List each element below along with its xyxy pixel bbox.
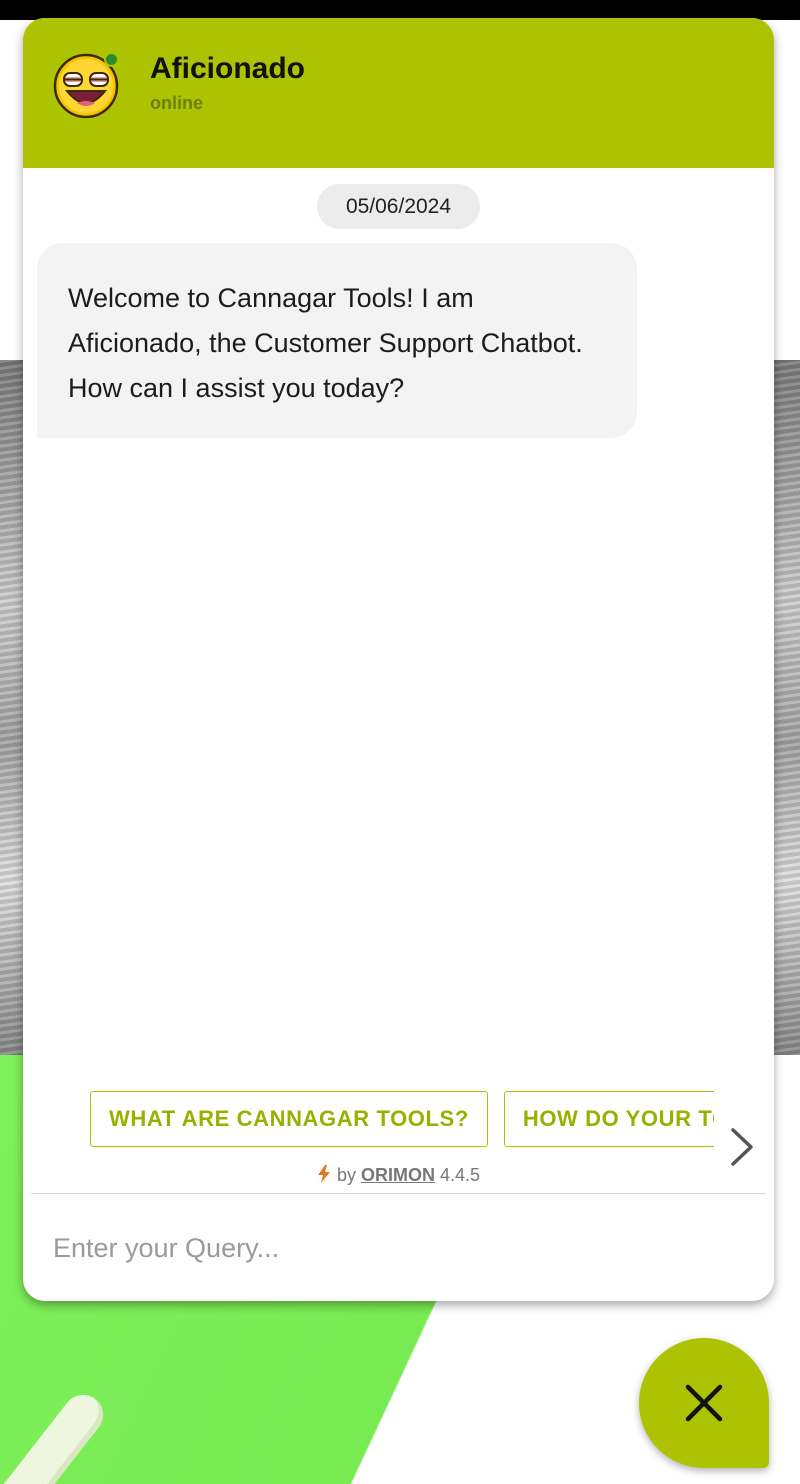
input-divider	[31, 1193, 766, 1194]
powered-by: by ORIMON 4.4.5	[23, 1165, 774, 1186]
query-input[interactable]	[53, 1218, 743, 1278]
quick-reply-list: WHAT ARE CANNAGAR TOOLS? HOW DO YOUR TOOL…	[90, 1091, 714, 1149]
chevron-right-icon[interactable]	[724, 1124, 758, 1170]
device-status-bar	[0, 0, 800, 20]
quick-reply-chip[interactable]: WHAT ARE CANNAGAR TOOLS?	[90, 1091, 488, 1147]
quick-reply-chip[interactable]: HOW DO YOUR TOOLS WORK?	[503, 1091, 714, 1147]
orimon-link[interactable]: ORIMON	[361, 1165, 435, 1185]
close-icon	[685, 1384, 723, 1422]
bolt-icon	[317, 1165, 330, 1183]
powered-by-text: by	[336, 1165, 356, 1185]
bot-status: online	[150, 93, 203, 113]
version-text: 4.4.5	[440, 1165, 481, 1185]
chat-window: Aficionado online 05/06/2024 Welcome to …	[23, 18, 774, 1301]
bot-message-bubble: Welcome to Cannagar Tools! I am Aficiona…	[37, 243, 637, 438]
close-chat-button[interactable]	[639, 1338, 769, 1468]
date-separator: 05/06/2024	[317, 184, 480, 229]
chat-header: Aficionado online	[23, 18, 774, 168]
online-status-dot	[104, 52, 119, 67]
bot-name: Aficionado	[150, 52, 305, 85]
